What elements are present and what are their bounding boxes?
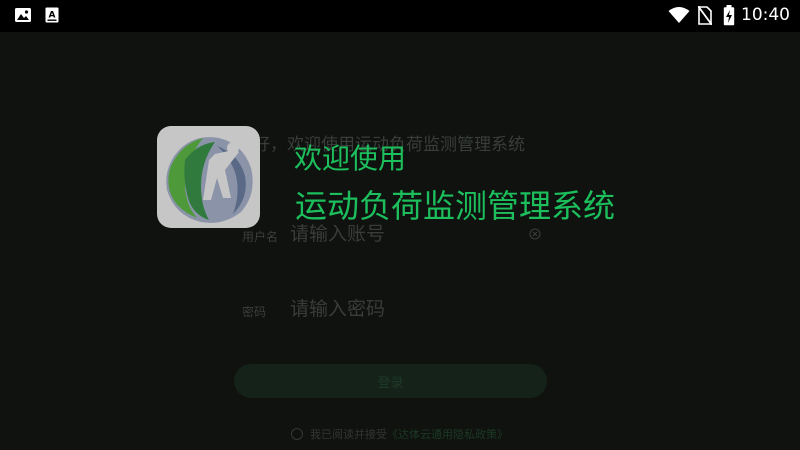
svg-text:A: A [49,11,56,21]
agree-radio[interactable] [291,428,303,440]
welcome-subtitle: 运动负荷监测管理系统 [295,187,616,225]
font-a-icon: A [45,7,59,27]
login-button[interactable]: 登录 [234,364,547,398]
password-label: 密码 [242,305,267,319]
status-bar: A 10:40 [0,0,800,32]
privacy-agreement: 我已阅读并接受 《达体云通用隐私政策》 [291,426,508,442]
password-input[interactable] [290,296,530,322]
privacy-policy-link[interactable]: 《达体云通用隐私政策》 [387,426,508,442]
no-sim-icon [697,5,713,29]
clear-input-icon[interactable] [529,225,541,244]
battery-charging-icon [723,5,735,30]
image-icon [14,7,32,27]
wifi-icon [668,6,690,28]
app-logo-icon [157,126,260,228]
screen: A 10:40 您好，欢迎使用运动负荷监测管理系统 用户名 请输入账号 密码 登… [0,0,800,450]
username-label: 用户名 [242,230,279,244]
clock: 10:40 [741,5,790,25]
login-form: 您好，欢迎使用运动负荷监测管理系统 用户名 密码 登录 我已阅读并接受 《达体云… [0,32,800,450]
agree-text: 我已阅读并接受 [310,428,387,441]
welcome-title: 欢迎使用 [294,142,407,175]
